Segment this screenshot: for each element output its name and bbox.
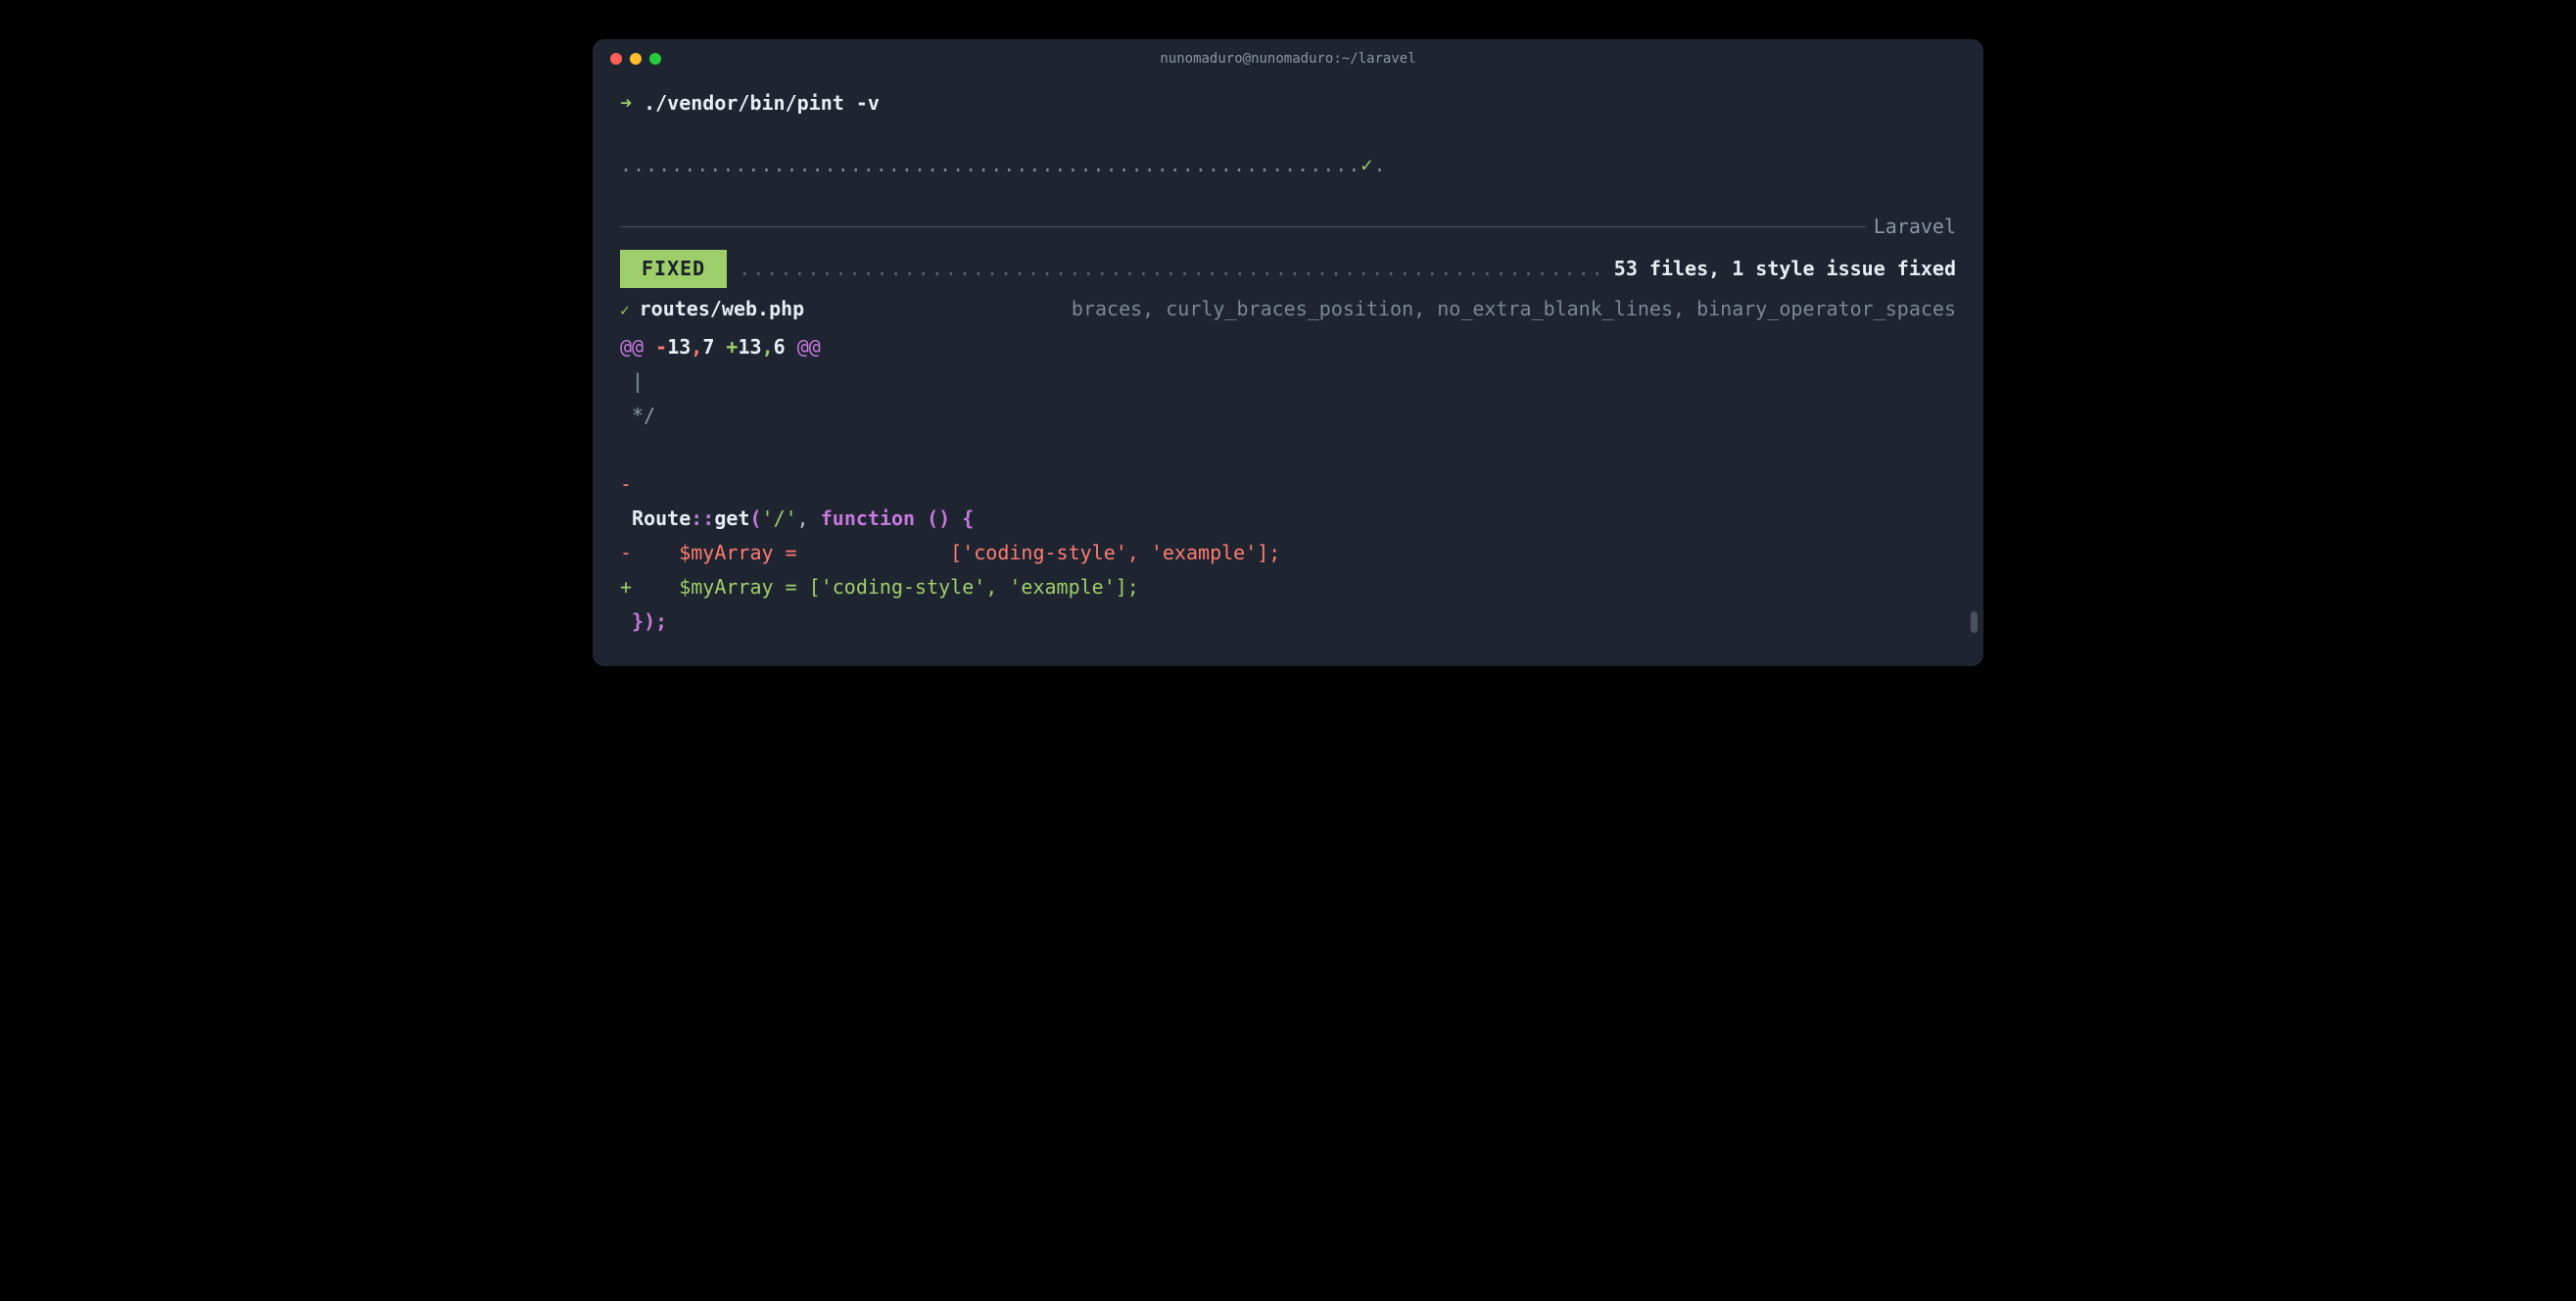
diff-blank-line (620, 433, 1956, 467)
diff-context-line: */ (620, 399, 1956, 433)
divider-rule (620, 226, 1866, 227)
prompt-line: ➜ ./vendor/bin/pint -v (620, 86, 1956, 120)
command-text: ./vendor/bin/pint -v (644, 91, 880, 115)
terminal-body[interactable]: ➜ ./vendor/bin/pint -v .................… (593, 78, 1983, 666)
terminal-window: nunomaduro@nunomaduro:~/laravel ➜ ./vend… (593, 39, 1983, 666)
summary-line: FIXED ..................................… (620, 250, 1956, 288)
diff-added-line: + $myArray = ['coding-style', 'example']… (620, 570, 1956, 604)
preset-label: Laravel (1874, 210, 1956, 244)
summary-dots: ........................................… (739, 252, 1602, 286)
diff-context-line: | (620, 364, 1956, 399)
minimize-icon[interactable] (630, 53, 642, 65)
scrollbar-thumb[interactable] (1971, 611, 1978, 633)
summary-text: 53 files, 1 style issue fixed (1614, 252, 1956, 286)
file-check-icon: ✓ (620, 297, 630, 324)
window-title: nunomaduro@nunomaduro:~/laravel (1160, 51, 1415, 67)
titlebar: nunomaduro@nunomaduro:~/laravel (593, 39, 1983, 78)
diff-removed-line: - (620, 467, 1956, 502)
close-icon[interactable] (610, 53, 622, 65)
diff-context-line: }); (620, 604, 1956, 639)
progress-line: ........................................… (620, 148, 1956, 182)
diff-context-line: Route::get('/', function () { (620, 502, 1956, 536)
maximize-icon[interactable] (649, 53, 661, 65)
fixed-badge: FIXED (620, 250, 727, 288)
progress-dots-after: . (1373, 153, 1386, 176)
diff-hunk-header: @@ -13,7 +13,6 @@ (620, 330, 1956, 364)
progress-dots-before: ........................................… (620, 153, 1360, 176)
diff-removed-line: - $myArray = ['coding-style', 'example']… (620, 536, 1956, 570)
applied-rules: braces, curly_braces_position, no_extra_… (1072, 292, 1956, 326)
preset-divider: Laravel (620, 210, 1956, 244)
file-path: routes/web.php (640, 292, 805, 326)
traffic-lights (610, 53, 661, 65)
prompt-arrow-icon: ➜ (620, 91, 632, 115)
check-icon: ✓ (1360, 153, 1373, 176)
file-line: ✓ routes/web.php braces, curly_braces_po… (620, 292, 1956, 326)
